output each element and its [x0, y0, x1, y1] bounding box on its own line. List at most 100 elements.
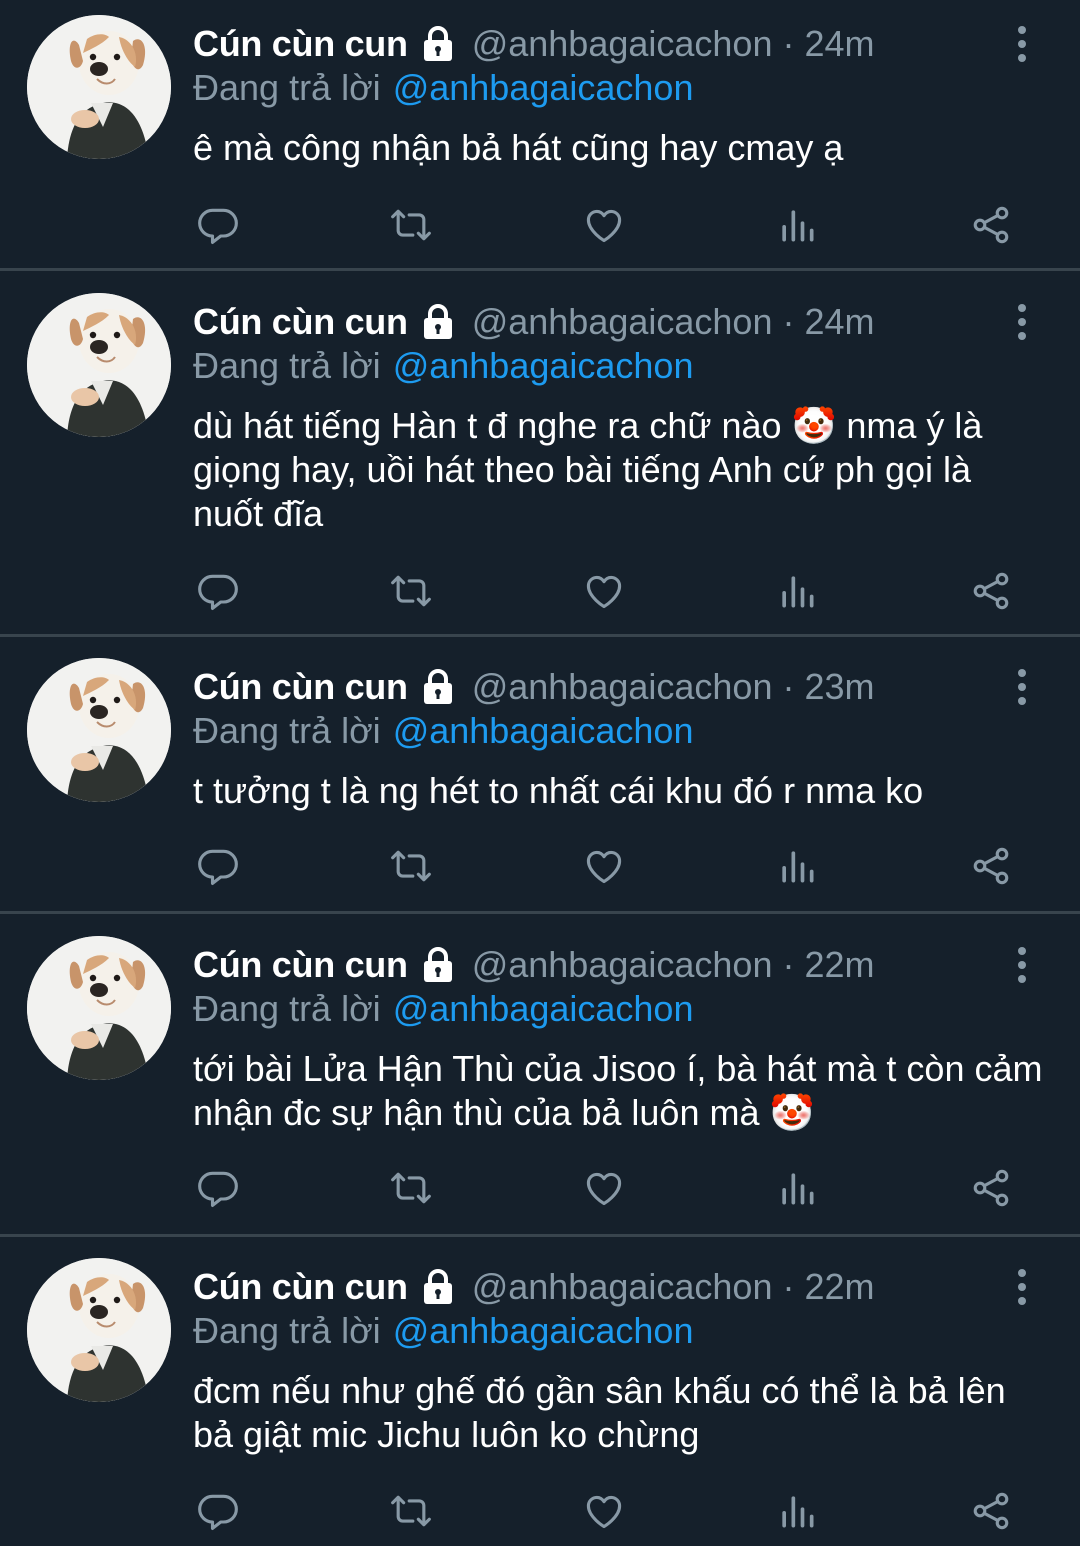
lock-icon — [418, 1267, 458, 1307]
user-handle[interactable]: @anhbagaicachon — [472, 19, 773, 69]
share-icon — [969, 1166, 1013, 1215]
retweet-icon — [389, 844, 433, 893]
tweet-time[interactable]: 22m — [804, 1262, 874, 1312]
reply-button[interactable] — [193, 202, 243, 252]
tweet-time[interactable]: 23m — [804, 662, 874, 712]
tweet[interactable]: Cún cùn cun @anhbagaicachon · 24m Đang t… — [0, 278, 1080, 637]
heart-icon — [582, 203, 626, 252]
separator-dot: · — [782, 944, 795, 985]
replying-to-label: Đang trả lời — [193, 345, 381, 386]
avatar[interactable] — [27, 936, 171, 1080]
analytics-button[interactable] — [772, 843, 822, 893]
action-bar — [193, 1488, 1023, 1538]
display-name[interactable]: Cún cùn cun — [193, 940, 408, 990]
heart-icon — [582, 1166, 626, 1215]
more-vertical-icon[interactable] — [1004, 943, 1040, 987]
more-vertical-icon[interactable] — [1004, 300, 1040, 344]
more-vertical-icon[interactable] — [1004, 665, 1040, 709]
retweet-icon — [389, 569, 433, 618]
avatar[interactable] — [27, 293, 171, 437]
like-button[interactable] — [579, 1165, 629, 1215]
tweet[interactable]: Cún cùn cun @anhbagaicachon · 24m Đang t… — [0, 0, 1080, 271]
retweet-button[interactable] — [386, 202, 436, 252]
action-bar — [193, 1165, 1023, 1215]
analytics-button[interactable] — [772, 568, 822, 618]
like-button[interactable] — [579, 202, 629, 252]
reply-to-handle[interactable]: @anhbagaicachon — [393, 710, 694, 751]
action-bar — [193, 202, 1023, 252]
heart-icon — [582, 844, 626, 893]
analytics-button[interactable] — [772, 202, 822, 252]
display-name[interactable]: Cún cùn cun — [193, 662, 408, 712]
action-bar — [193, 568, 1023, 618]
reply-icon — [196, 1489, 240, 1538]
tweet-header: Cún cùn cun @anhbagaicachon · 24m — [193, 19, 875, 69]
lock-icon — [418, 945, 458, 985]
lock-icon — [418, 24, 458, 64]
share-button[interactable] — [966, 1488, 1016, 1538]
display-name[interactable]: Cún cùn cun — [193, 1262, 408, 1312]
replying-to: Đang trả lời @anhbagaicachon — [193, 344, 693, 388]
analytics-button[interactable] — [772, 1488, 822, 1538]
user-handle[interactable]: @anhbagaicachon — [472, 662, 773, 712]
separator-dot: · — [782, 1266, 795, 1307]
replying-to: Đang trả lời @anhbagaicachon — [193, 709, 693, 753]
reply-icon — [196, 844, 240, 893]
replying-to: Đang trả lời @anhbagaicachon — [193, 66, 693, 110]
reply-to-handle[interactable]: @anhbagaicachon — [393, 1310, 694, 1351]
reply-button[interactable] — [193, 568, 243, 618]
reply-button[interactable] — [193, 1165, 243, 1215]
reply-to-handle[interactable]: @anhbagaicachon — [393, 345, 694, 386]
retweet-button[interactable] — [386, 1165, 436, 1215]
replying-to-label: Đang trả lời — [193, 67, 381, 108]
retweet-button[interactable] — [386, 1488, 436, 1538]
tweet-header: Cún cùn cun @anhbagaicachon · 23m — [193, 662, 875, 712]
tweet[interactable]: Cún cùn cun @anhbagaicachon · 22m Đang t… — [0, 1243, 1080, 1546]
display-name[interactable]: Cún cùn cun — [193, 297, 408, 347]
retweet-icon — [389, 1166, 433, 1215]
retweet-button[interactable] — [386, 568, 436, 618]
heart-icon — [582, 569, 626, 618]
user-handle[interactable]: @anhbagaicachon — [472, 297, 773, 347]
user-handle[interactable]: @anhbagaicachon — [472, 940, 773, 990]
tweet-time[interactable]: 24m — [804, 297, 874, 347]
tweet[interactable]: Cún cùn cun @anhbagaicachon · 23m Đang t… — [0, 643, 1080, 914]
like-button[interactable] — [579, 843, 629, 893]
user-handle[interactable]: @anhbagaicachon — [472, 1262, 773, 1312]
reply-to-handle[interactable]: @anhbagaicachon — [393, 988, 694, 1029]
tweet-time[interactable]: 24m — [804, 19, 874, 69]
like-button[interactable] — [579, 568, 629, 618]
share-icon — [969, 844, 1013, 893]
retweet-icon — [389, 203, 433, 252]
retweet-icon — [389, 1489, 433, 1538]
share-button[interactable] — [966, 843, 1016, 893]
avatar[interactable] — [27, 15, 171, 159]
tweet-text: dù hát tiếng Hàn t đ nghe ra chữ nào 🤡 n… — [193, 405, 983, 534]
display-name[interactable]: Cún cùn cun — [193, 19, 408, 69]
analytics-button[interactable] — [772, 1165, 822, 1215]
tweet-time[interactable]: 22m — [804, 940, 874, 990]
share-button[interactable] — [966, 202, 1016, 252]
action-bar — [193, 843, 1023, 893]
avatar[interactable] — [27, 658, 171, 802]
replying-to: Đang trả lời @anhbagaicachon — [193, 1309, 693, 1353]
replying-to-label: Đang trả lời — [193, 1310, 381, 1351]
analytics-icon — [775, 844, 819, 893]
tweet-text: t tưởng t là ng hét to nhất cái khu đó r… — [193, 770, 924, 811]
reply-icon — [196, 569, 240, 618]
separator-dot: · — [782, 666, 795, 707]
share-button[interactable] — [966, 568, 1016, 618]
avatar[interactable] — [27, 1258, 171, 1402]
share-button[interactable] — [966, 1165, 1016, 1215]
retweet-button[interactable] — [386, 843, 436, 893]
share-icon — [969, 203, 1013, 252]
more-vertical-icon[interactable] — [1004, 22, 1040, 66]
share-icon — [969, 569, 1013, 618]
more-vertical-icon[interactable] — [1004, 1265, 1040, 1309]
reply-button[interactable] — [193, 843, 243, 893]
tweet[interactable]: Cún cùn cun @anhbagaicachon · 22m Đang t… — [0, 921, 1080, 1237]
replying-to-label: Đang trả lời — [193, 710, 381, 751]
reply-to-handle[interactable]: @anhbagaicachon — [393, 67, 694, 108]
reply-button[interactable] — [193, 1488, 243, 1538]
like-button[interactable] — [579, 1488, 629, 1538]
